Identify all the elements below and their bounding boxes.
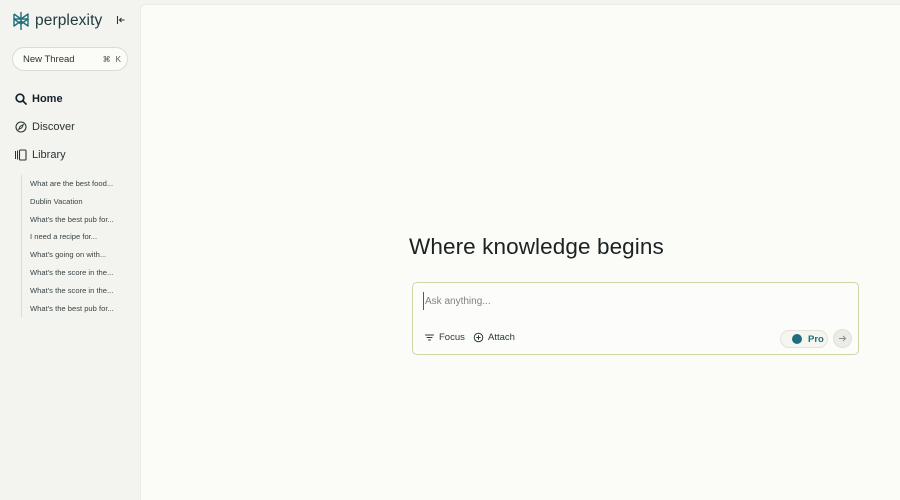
filter-icon xyxy=(424,332,435,343)
library-thread-item[interactable]: Dublin Vacation xyxy=(30,193,130,211)
main-panel: Where knowledge begins Focus Attach Pro xyxy=(140,4,900,500)
sidebar-item-home[interactable]: Home xyxy=(12,85,130,113)
sidebar-nav: Home Discover Library xyxy=(12,85,130,169)
library-thread-list: What are the best food... Dublin Vacatio… xyxy=(21,175,130,318)
sidebar: perplexity New Thread ⌘ K Home Discover xyxy=(0,0,140,500)
plus-circle-icon xyxy=(473,332,484,343)
pro-label: Pro xyxy=(808,333,824,345)
arrow-right-icon xyxy=(838,334,847,343)
shortcut-k-key: K xyxy=(115,54,121,64)
collapse-sidebar-icon[interactable] xyxy=(114,13,128,27)
library-thread-item[interactable]: I need a recipe for... xyxy=(30,228,130,246)
toggle-knob xyxy=(792,334,802,344)
brand-name: perplexity xyxy=(35,12,103,29)
library-thread-item[interactable]: What's going on with... xyxy=(30,246,130,264)
ask-box: Focus Attach Pro xyxy=(412,282,859,355)
sidebar-item-discover[interactable]: Discover xyxy=(12,113,130,141)
sidebar-item-label: Discover xyxy=(32,121,75,133)
sidebar-item-library[interactable]: Library xyxy=(12,141,130,169)
submit-button[interactable] xyxy=(833,329,852,348)
library-thread-item[interactable]: What's the best pub for... xyxy=(30,300,130,318)
shortcut-cmd-key: ⌘ xyxy=(102,54,111,64)
sidebar-item-label: Library xyxy=(32,149,66,161)
focus-button[interactable]: Focus xyxy=(424,332,465,343)
compass-icon xyxy=(14,120,28,134)
library-thread-item[interactable]: What are the best food... xyxy=(30,175,130,193)
new-thread-label: New Thread xyxy=(23,53,75,65)
library-thread-item[interactable]: What's the best pub for... xyxy=(30,211,130,229)
pro-toggle[interactable]: Pro xyxy=(780,330,828,348)
brand[interactable]: perplexity xyxy=(12,10,130,32)
attach-label: Attach xyxy=(488,332,515,343)
library-icon xyxy=(14,148,28,162)
sidebar-item-label: Home xyxy=(32,93,63,105)
library-thread-item[interactable]: What's the score in the... xyxy=(30,264,130,282)
attach-button[interactable]: Attach xyxy=(473,332,515,343)
library-thread-item[interactable]: What's the score in the... xyxy=(30,282,130,300)
page-title: Where knowledge begins xyxy=(409,234,664,259)
perplexity-logo-icon xyxy=(12,11,30,31)
search-icon xyxy=(14,92,28,106)
new-thread-button[interactable]: New Thread ⌘ K xyxy=(12,47,128,71)
ask-input[interactable] xyxy=(423,292,843,310)
focus-label: Focus xyxy=(439,332,465,343)
